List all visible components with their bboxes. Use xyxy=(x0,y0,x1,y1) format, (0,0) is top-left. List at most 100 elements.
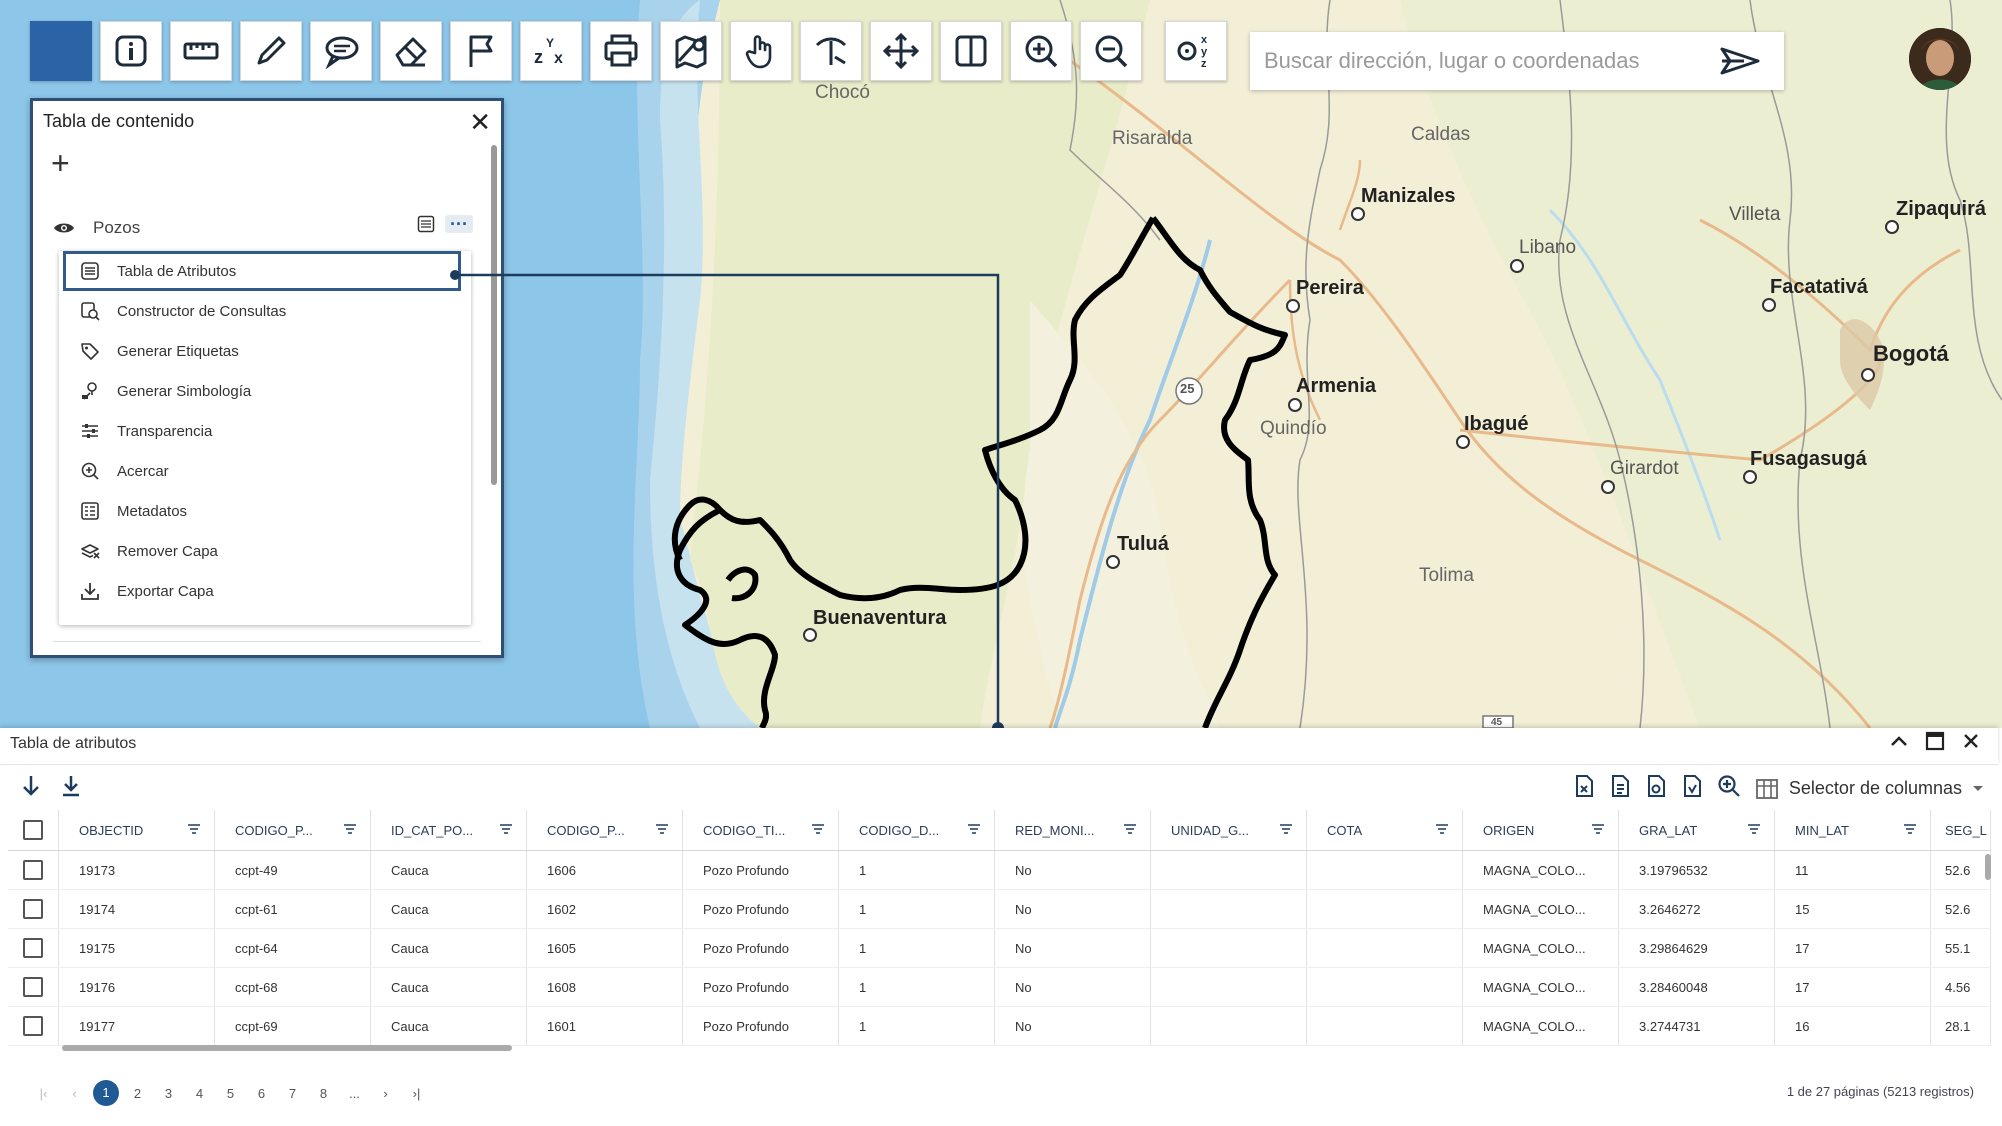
filter-icon[interactable] xyxy=(500,822,512,837)
elevation-tool-button[interactable]: zYx xyxy=(520,21,582,81)
zoom-in-icon[interactable] xyxy=(1717,774,1741,803)
send-arrow-icon[interactable] xyxy=(1718,45,1762,82)
table-row[interactable]: 19176 ccpt-68 Cauca 1608 Pozo Profundo 1 No MAG… xyxy=(8,967,1991,1007)
last-page-icon[interactable]: ›| xyxy=(401,1086,432,1101)
column-header[interactable]: RED_MONI... xyxy=(994,810,1151,851)
panel-scrollbar[interactable] xyxy=(491,145,497,485)
measure-tool-button[interactable] xyxy=(170,21,232,81)
column-header[interactable]: ID_CAT_PO... xyxy=(370,810,527,851)
eye-icon[interactable] xyxy=(53,221,75,235)
collapse-icon[interactable] xyxy=(1888,730,1910,758)
filter-icon[interactable] xyxy=(344,822,356,837)
erase-tool-button[interactable] xyxy=(380,21,442,81)
column-header[interactable]: GRA_LAT xyxy=(1618,810,1775,851)
full-extent-tool-button[interactable] xyxy=(870,21,932,81)
swipe-tool-button[interactable] xyxy=(940,21,1002,81)
bookmark-tool-button[interactable] xyxy=(450,21,512,81)
column-header[interactable]: MIN_LAT xyxy=(1774,810,1931,851)
menu-item-generate-labels[interactable]: Generar Etiquetas xyxy=(63,331,461,371)
page-button[interactable]: 7 xyxy=(277,1086,308,1101)
page-button[interactable]: 5 xyxy=(215,1086,246,1101)
annotation-tool-button[interactable] xyxy=(310,21,372,81)
layer-row-pozos[interactable]: Pozos ··· xyxy=(53,215,473,241)
menu-item-generate-symbology[interactable]: Generar Simbología xyxy=(63,371,461,411)
filter-icon[interactable] xyxy=(1280,822,1292,837)
export-csv-icon[interactable] xyxy=(1573,774,1595,803)
column-selector-dropdown[interactable]: Selector de columnas xyxy=(1755,778,1984,800)
more-options-icon[interactable]: ··· xyxy=(445,215,473,233)
menu-item-zoom-to[interactable]: Acercar xyxy=(63,451,461,491)
filter-icon[interactable] xyxy=(1592,822,1604,837)
add-layer-icon[interactable]: + xyxy=(51,145,70,182)
table-row[interactable]: 19174 ccpt-61 Cauca 1602 Pozo Profundo 1 No MAG… xyxy=(8,889,1991,929)
menu-item-transparency[interactable]: Transparencia xyxy=(63,411,461,451)
menu-item-metadata[interactable]: Metadatos xyxy=(63,491,461,531)
row-checkbox[interactable] xyxy=(8,928,59,968)
filter-icon[interactable] xyxy=(1748,822,1760,837)
info-tool-button[interactable] xyxy=(100,21,162,81)
column-header[interactable]: CODIGO_P... xyxy=(526,810,683,851)
export-shape-icon[interactable] xyxy=(1681,774,1703,803)
column-header[interactable]: CODIGO_TI... xyxy=(682,810,839,851)
row-checkbox[interactable] xyxy=(8,850,59,890)
printer-icon xyxy=(604,34,638,67)
column-header[interactable]: ORIGEN xyxy=(1462,810,1619,851)
filter-icon[interactable] xyxy=(1124,822,1136,837)
column-header[interactable]: CODIGO_D... xyxy=(838,810,995,851)
pan-tool-button[interactable] xyxy=(730,21,792,81)
first-page-icon[interactable]: |‹ xyxy=(28,1086,59,1101)
horizontal-scrollbar[interactable] xyxy=(62,1045,512,1051)
page-button[interactable]: 3 xyxy=(153,1086,184,1101)
select-all-checkbox[interactable] xyxy=(8,810,59,851)
menu-item-query-builder[interactable]: Constructor de Consultas xyxy=(63,291,461,331)
filter-icon[interactable] xyxy=(1436,822,1448,837)
column-header[interactable]: UNIDAD_G... xyxy=(1150,810,1307,851)
row-checkbox[interactable] xyxy=(8,1006,59,1046)
column-header[interactable]: COTA xyxy=(1306,810,1463,851)
close-icon[interactable]: ✕ xyxy=(469,107,491,138)
close-icon[interactable] xyxy=(1960,730,1982,758)
column-header[interactable]: OBJECTID xyxy=(58,810,215,851)
row-checkbox[interactable] xyxy=(8,889,59,929)
draw-tool-button[interactable] xyxy=(240,21,302,81)
column-header[interactable]: CODIGO_P... xyxy=(214,810,371,851)
sort-down-icon[interactable] xyxy=(20,774,42,803)
prev-page-icon[interactable]: ‹ xyxy=(59,1086,90,1101)
page-button[interactable]: 8 xyxy=(308,1086,339,1101)
download-icon[interactable] xyxy=(60,774,82,803)
legend-icon[interactable] xyxy=(417,215,435,233)
menu-item-attribute-table[interactable]: Tabla de Atributos xyxy=(63,251,461,291)
page-button[interactable]: 4 xyxy=(184,1086,215,1101)
vertical-scrollbar[interactable] xyxy=(1985,854,1991,880)
page-button-current[interactable]: 1 xyxy=(93,1080,119,1106)
map-compare-tool-button[interactable] xyxy=(660,21,722,81)
zoom-in-tool-button[interactable] xyxy=(1010,21,1072,81)
export-json-icon[interactable] xyxy=(1645,774,1667,803)
filter-icon[interactable] xyxy=(188,822,200,837)
print-tool-button[interactable] xyxy=(590,21,652,81)
row-checkbox[interactable] xyxy=(8,967,59,1007)
xyz-locate-tool-button[interactable]: xyz xyxy=(1165,21,1227,81)
filter-icon[interactable] xyxy=(968,822,980,837)
table-row[interactable]: 19177 ccpt-69 Cauca 1601 Pozo Profundo 1 No MAG… xyxy=(8,1006,1991,1046)
menu-item-export-layer[interactable]: Exportar Capa xyxy=(63,571,461,611)
filter-icon[interactable] xyxy=(656,822,668,837)
table-row[interactable]: 19175 ccpt-64 Cauca 1605 Pozo Profundo 1 No MAG… xyxy=(8,928,1991,968)
coordinate-capture-tool-button[interactable] xyxy=(800,21,862,81)
search-input[interactable] xyxy=(1262,47,1706,75)
page-ellipsis[interactable]: ... xyxy=(339,1086,370,1101)
next-page-icon[interactable]: › xyxy=(370,1086,401,1101)
menu-item-remove-layer[interactable]: Remover Capa xyxy=(63,531,461,571)
filter-icon[interactable] xyxy=(1904,822,1916,837)
page-button[interactable]: 2 xyxy=(122,1086,153,1101)
page-button[interactable]: 6 xyxy=(246,1086,277,1101)
column-header[interactable]: SEG_L xyxy=(1930,810,1991,851)
zoom-out-tool-button[interactable] xyxy=(1080,21,1142,81)
maximize-icon[interactable] xyxy=(1924,730,1946,758)
filter-icon[interactable] xyxy=(812,822,824,837)
table-row[interactable]: 19173 ccpt-49 Cauca 1606 Pozo Profundo 1 No MAG… xyxy=(8,850,1991,890)
table-cell: ccpt-61 xyxy=(214,889,371,929)
home-tool-button[interactable] xyxy=(30,21,92,81)
export-excel-icon[interactable] xyxy=(1609,774,1631,803)
user-avatar[interactable] xyxy=(1909,28,1971,90)
